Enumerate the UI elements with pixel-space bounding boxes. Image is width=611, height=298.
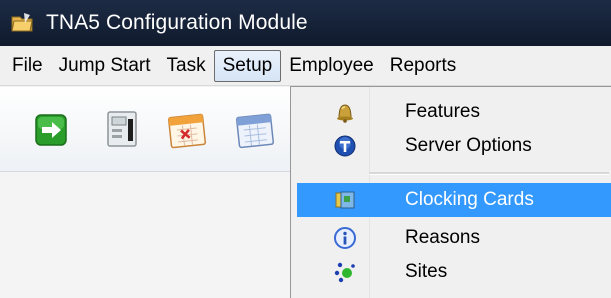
card-icon — [333, 188, 357, 212]
setup-menu-dropdown: Features Server Options Clocking Cards R… — [290, 86, 611, 298]
workspace-area — [0, 172, 290, 298]
app-folder-icon — [10, 11, 34, 35]
setup-menu-label-sites: Sites — [405, 261, 448, 282]
sites-dots-icon — [333, 260, 357, 284]
info-icon — [333, 226, 357, 250]
app-window: TNA5 Configuration Module File Jump Star… — [0, 0, 611, 298]
setup-menu-item-features[interactable]: Features — [295, 95, 611, 129]
bell-icon — [333, 100, 357, 124]
menu-file[interactable]: File — [4, 50, 51, 82]
menu-reports[interactable]: Reports — [382, 50, 465, 82]
menu-jump-start[interactable]: Jump Start — [51, 50, 159, 82]
setup-menu-label-reasons: Reasons — [405, 227, 480, 248]
menu-task[interactable]: Task — [159, 50, 214, 82]
menu-employee[interactable]: Employee — [281, 50, 382, 82]
setup-menu-label-clocking-cards: Clocking Cards — [405, 189, 534, 210]
setup-menu-label-server-options: Server Options — [405, 135, 532, 156]
calendar-red-icon[interactable] — [165, 107, 209, 151]
title-bar: TNA5 Configuration Module — [0, 0, 611, 46]
menu-separator — [369, 172, 609, 175]
window-title: TNA5 Configuration Module — [46, 11, 308, 34]
menu-setup[interactable]: Setup — [213, 49, 282, 82]
server-t-icon — [333, 134, 357, 158]
setup-menu-item-reasons[interactable]: Reasons — [295, 221, 611, 255]
setup-menu-item-server-options[interactable]: Server Options — [295, 129, 611, 163]
go-arrow-icon[interactable] — [30, 107, 74, 151]
clocking-terminal-icon[interactable] — [100, 107, 144, 151]
menu-bar: File Jump Start Task Setup Employee Repo… — [0, 46, 611, 86]
setup-menu-item-sites[interactable]: Sites — [295, 255, 611, 289]
calendar-blue-icon[interactable] — [232, 107, 276, 151]
setup-menu-label-features: Features — [405, 101, 480, 122]
setup-menu-item-clocking-cards[interactable]: Clocking Cards — [297, 183, 611, 217]
